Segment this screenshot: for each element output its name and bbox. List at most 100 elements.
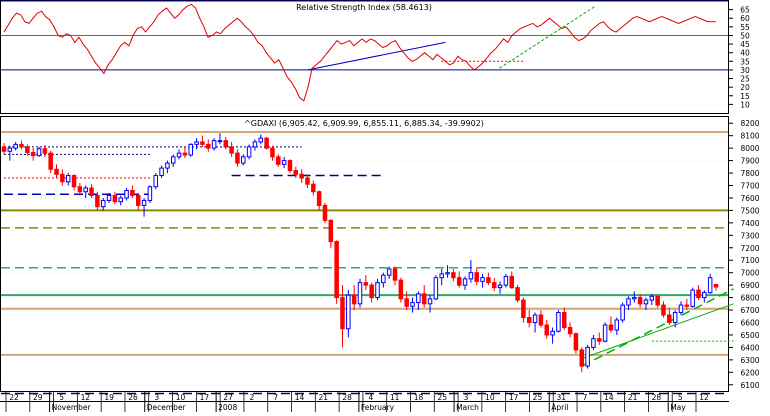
price-y-tick-label: 6300 — [740, 356, 759, 365]
price-y-tick-label: 7000 — [740, 269, 759, 278]
candle-body — [153, 175, 158, 188]
candle-body — [141, 199, 147, 206]
x-axis-tick-label: 26 — [128, 393, 138, 402]
dax-chart: Relative Strength Index (58.4613) 101520… — [0, 0, 770, 412]
x-axis-tick-label: 21 — [628, 393, 638, 402]
candle-body — [182, 152, 188, 156]
candle-body — [36, 148, 42, 157]
candle-body — [147, 186, 153, 201]
candle-body — [579, 349, 585, 367]
candle — [556, 310, 561, 333]
candle-body — [235, 152, 240, 164]
candle-body — [690, 289, 695, 307]
candle-body — [95, 194, 100, 208]
candle-body — [112, 194, 118, 203]
candle-body — [381, 274, 386, 284]
price-y-tick-label: 7100 — [740, 256, 759, 265]
x-axis-tick-label: 31 — [556, 393, 566, 402]
candle-body — [573, 333, 579, 351]
x-axis-tick-label: 25 — [533, 393, 543, 402]
candle-body — [620, 304, 625, 321]
candle-body — [293, 170, 299, 175]
price-y-tick-label: 8100 — [740, 132, 759, 141]
price-y-tick-label: 6100 — [740, 381, 759, 390]
candle-body — [287, 160, 293, 172]
candle-body — [305, 177, 310, 185]
candle-body — [632, 297, 637, 300]
rsi-y-tick-label: 20 — [740, 83, 750, 92]
candle-body — [567, 326, 573, 335]
candle-body — [451, 272, 456, 279]
candle-body — [13, 143, 18, 149]
candle-body — [667, 314, 672, 324]
x-axis-tick-label: 27 — [223, 393, 233, 402]
candle-body — [19, 143, 24, 148]
rsi-y-tick-label: 25 — [740, 75, 750, 84]
candle-body — [7, 147, 13, 152]
candle-body — [334, 241, 339, 299]
rsi-y-tick-label: 45 — [740, 40, 750, 49]
month-label: March — [456, 403, 479, 412]
month-label: November — [52, 403, 92, 412]
candle-body — [509, 275, 514, 289]
candle — [264, 136, 269, 150]
month-label: May — [670, 403, 686, 412]
candle-body — [602, 324, 608, 342]
candle — [334, 240, 339, 304]
rsi-y-tick-label: 50 — [740, 31, 750, 40]
candle-body — [229, 146, 234, 154]
price-y-tick-label: 6400 — [740, 343, 759, 352]
candle-body — [421, 293, 427, 305]
candle-body — [363, 282, 369, 286]
candle-body — [398, 279, 404, 300]
candle-body — [591, 338, 596, 348]
candle-body — [124, 189, 129, 199]
candle-body — [83, 187, 88, 193]
candle-body — [538, 314, 544, 326]
candle-body — [404, 298, 409, 307]
candle — [433, 275, 439, 301]
candle — [147, 185, 153, 203]
candle-body — [176, 152, 182, 158]
candle — [357, 278, 363, 308]
month-label: April — [551, 403, 568, 412]
month-label: 2008 — [218, 403, 237, 412]
candle-body — [357, 282, 363, 305]
candle-body — [562, 312, 567, 328]
candle-body — [60, 173, 65, 183]
candle-body — [491, 282, 497, 289]
candle-body — [252, 141, 258, 148]
x-axis-tick-label: 3 — [464, 393, 469, 402]
candle-body — [200, 141, 205, 145]
candle-body — [707, 277, 713, 294]
candle-body — [71, 175, 77, 188]
candle-body — [54, 168, 59, 175]
candle-body — [270, 147, 275, 158]
candle — [585, 344, 590, 369]
x-axis-tick-label: 11 — [390, 393, 400, 402]
candle-body — [77, 186, 83, 193]
candle-body — [170, 156, 176, 164]
price-y-tick-label: 7900 — [740, 157, 759, 166]
candle-body — [135, 194, 141, 206]
candle-body — [503, 275, 509, 286]
candle-body — [521, 299, 526, 319]
candle-body — [515, 287, 520, 301]
candle — [246, 144, 252, 160]
candle-body — [497, 284, 503, 289]
x-axis-tick-label: 7 — [273, 393, 278, 402]
candle-body — [678, 304, 684, 314]
candle-body — [544, 324, 550, 336]
candle-body — [433, 277, 439, 300]
x-axis-tick-label: 7 — [583, 393, 588, 402]
candle-body — [165, 162, 170, 169]
rsi-y-tick-label: 35 — [740, 57, 750, 66]
x-axis-tick-label: 10 — [176, 393, 186, 402]
rsi-y-tick-label: 30 — [740, 66, 750, 75]
rsi-y-tick-label: 10 — [740, 100, 750, 109]
candle-body — [626, 298, 631, 306]
candle-body — [474, 272, 479, 282]
candle-body — [89, 187, 94, 196]
rsi-y-tick-label: 40 — [740, 49, 750, 58]
price-y-tick-label: 8200 — [740, 119, 759, 128]
